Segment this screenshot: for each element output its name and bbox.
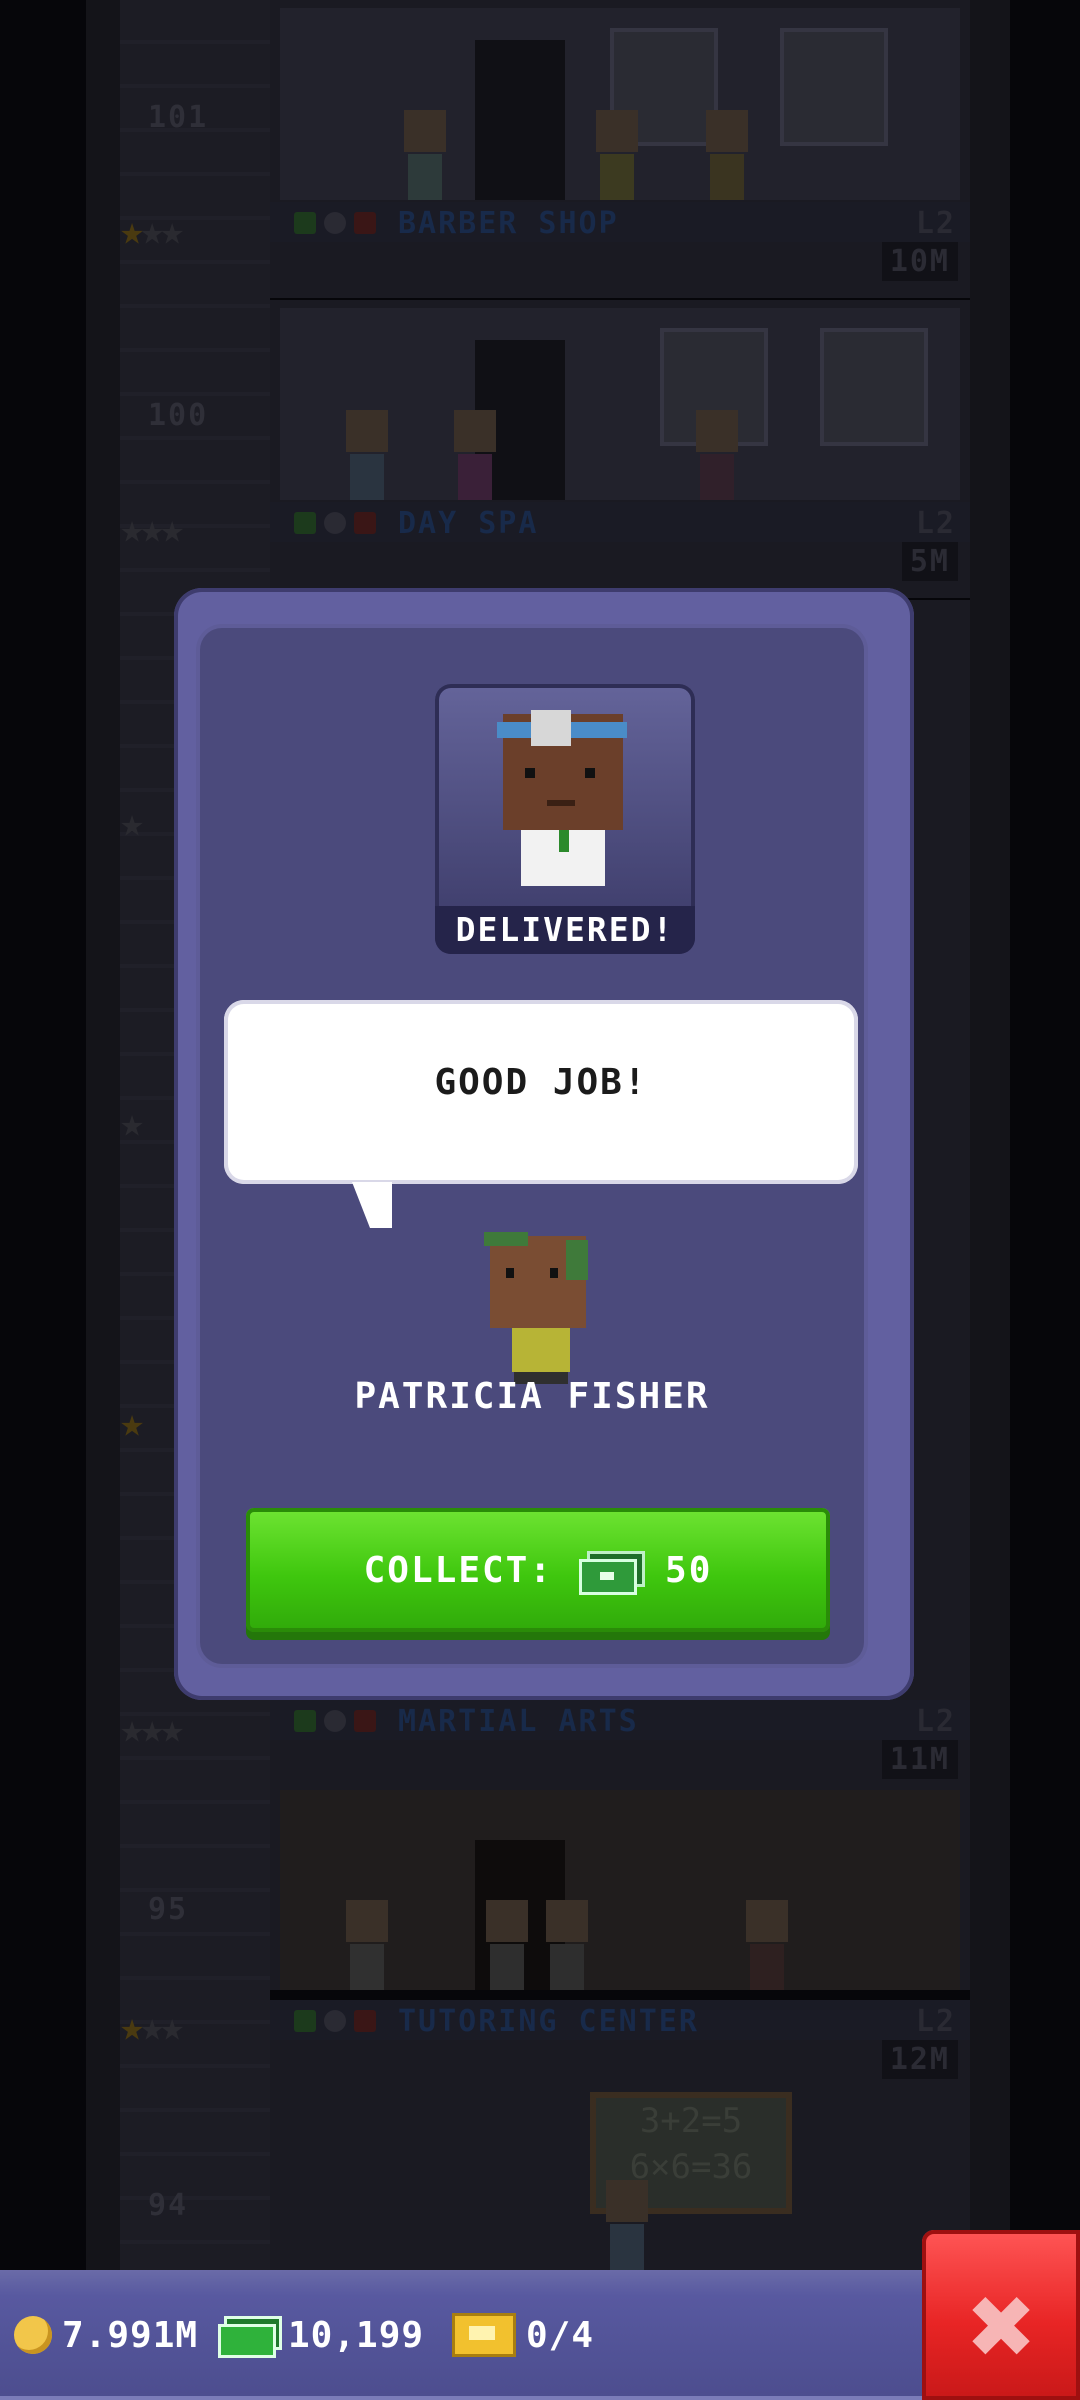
speech-text: GOOD JOB! xyxy=(434,1062,648,1103)
bux-stat[interactable]: 10,199 xyxy=(218,2300,424,2370)
resident[interactable] xyxy=(590,110,644,200)
chalkboard-line: 3+2=5 xyxy=(639,2101,743,2141)
delivery-dialog: DELIVERED! GOOD JOB! PATRICIA FISHER COL… xyxy=(174,588,914,1700)
resident[interactable] xyxy=(740,1900,794,1990)
stop-icon xyxy=(354,212,376,234)
head-mirror xyxy=(531,710,571,746)
floor-label-bar: MARTIAL ARTS L2 xyxy=(270,1700,970,1740)
currency-bar: 7.991M 10,199 0/4 xyxy=(0,2270,1080,2400)
floor-number: 101 xyxy=(148,100,209,135)
floor-stars: ★ xyxy=(120,800,144,846)
resident[interactable] xyxy=(600,2180,654,2270)
floor-number: 100 xyxy=(148,398,209,433)
floor-label-bar: TUTORING CENTER L2 xyxy=(270,2000,970,2040)
close-icon: ✖ xyxy=(964,2278,1038,2378)
eye xyxy=(550,1268,558,1278)
door xyxy=(475,40,565,200)
resident[interactable] xyxy=(398,110,452,200)
vip-ticket-icon xyxy=(452,2313,516,2357)
resident[interactable] xyxy=(690,410,744,500)
resident[interactable] xyxy=(480,1900,534,1990)
collect-amount: 50 xyxy=(665,1549,713,1591)
room xyxy=(280,1790,960,1990)
floor-label-bar: DAY SPA L2 xyxy=(270,502,970,542)
floor-stars: ★★★ xyxy=(120,1706,184,1752)
floor-stars: ★★★ xyxy=(120,208,184,254)
close-button[interactable]: ✖ xyxy=(922,2230,1080,2400)
bux-icon xyxy=(579,1551,646,1595)
delivered-label: DELIVERED! xyxy=(435,906,695,954)
floor-stars: ★ xyxy=(120,1100,144,1146)
floor-cost: 12M xyxy=(881,2040,958,2079)
bux-value: 10,199 xyxy=(288,2314,425,2356)
eye xyxy=(506,1268,514,1278)
resident[interactable] xyxy=(340,1900,394,1990)
character-name: PATRICIA FISHER xyxy=(354,1376,710,1417)
floor-cost: 11M xyxy=(881,1740,958,1779)
speech-bubble: GOOD JOB! xyxy=(224,1000,858,1184)
character-body xyxy=(512,1328,570,1372)
room-martial-arts xyxy=(270,1790,970,1990)
floor-name: TUTORING CENTER xyxy=(398,2004,699,2039)
clock-icon xyxy=(324,512,346,534)
stop-icon xyxy=(354,512,376,534)
floor-stars: ★ xyxy=(120,1400,144,1446)
coin-icon xyxy=(14,2316,52,2354)
floor-cost: 5M xyxy=(901,542,958,581)
collect-button[interactable]: COLLECT: 50 xyxy=(246,1508,830,1632)
floor-stars: ★★★ xyxy=(120,506,184,552)
floor-barber-shop[interactable]: BARBER SHOP L2 10M xyxy=(270,0,970,298)
room xyxy=(280,308,960,500)
room xyxy=(280,8,960,200)
resident[interactable] xyxy=(540,1900,594,1990)
floor-number: 95 xyxy=(148,1892,189,1927)
check-icon xyxy=(294,212,316,234)
resident[interactable] xyxy=(448,410,502,500)
floor-stars: ★★★ xyxy=(120,2004,184,2050)
eye xyxy=(525,768,535,778)
tickets-value: 0/4 xyxy=(526,2314,595,2356)
stop-icon xyxy=(354,2010,376,2032)
floor-cost: 10M xyxy=(881,242,958,281)
coins-stat[interactable]: 7.991M xyxy=(14,2300,198,2370)
floor-level: L2 xyxy=(915,506,956,541)
window xyxy=(820,328,928,446)
character-hair xyxy=(484,1232,528,1246)
coins-value: 7.991M xyxy=(62,2314,199,2356)
right-wall xyxy=(970,0,1010,2270)
clock-icon xyxy=(324,212,346,234)
floor-level: L2 xyxy=(915,1704,956,1739)
eye xyxy=(585,768,595,778)
speech-bubble-tail xyxy=(352,1182,392,1228)
clock-icon xyxy=(324,2010,346,2032)
check-icon xyxy=(294,2010,316,2032)
floor-level: L2 xyxy=(915,206,956,241)
left-wall xyxy=(86,0,120,2270)
floor-name: BARBER SHOP xyxy=(398,206,619,241)
tickets-stat[interactable]: 0/4 xyxy=(452,2300,594,2370)
floor-name: DAY SPA xyxy=(398,506,539,541)
floor-level: L2 xyxy=(915,2004,956,2039)
floor-tutoring-center[interactable]: TUTORING CENTER L2 12M 3+2=5 6×6=36 xyxy=(270,2000,970,2270)
floor-number: 94 xyxy=(148,2188,189,2223)
resident[interactable] xyxy=(700,110,754,200)
clock-icon xyxy=(324,1710,346,1732)
mouth xyxy=(547,800,575,806)
dialog-panel: DELIVERED! GOOD JOB! PATRICIA FISHER COL… xyxy=(200,628,864,1664)
collect-label: COLLECT: xyxy=(363,1549,554,1591)
tie xyxy=(559,830,569,852)
floor-name: MARTIAL ARTS xyxy=(398,1704,639,1739)
character-hair xyxy=(566,1240,588,1280)
stop-icon xyxy=(354,1710,376,1732)
delivered-portrait: DELIVERED! xyxy=(435,684,695,954)
floor-label-bar: BARBER SHOP L2 xyxy=(270,202,970,242)
resident[interactable] xyxy=(340,410,394,500)
check-icon xyxy=(294,1710,316,1732)
floor-day-spa[interactable]: DAY SPA L2 5M xyxy=(270,300,970,598)
bux-icon xyxy=(218,2316,282,2358)
check-icon xyxy=(294,512,316,534)
window xyxy=(780,28,888,146)
